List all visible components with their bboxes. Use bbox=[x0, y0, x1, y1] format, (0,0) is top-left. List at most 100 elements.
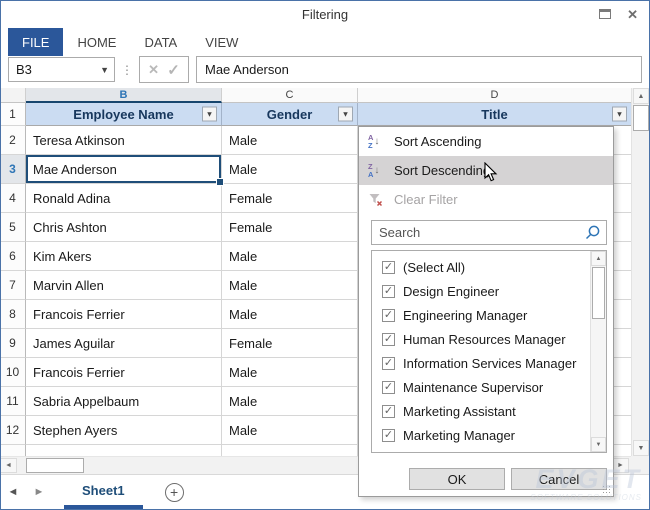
filter-option-label: Human Resources Manager bbox=[403, 332, 566, 347]
filter-option[interactable]: Marketing Manager bbox=[372, 423, 590, 447]
search-icon[interactable] bbox=[585, 225, 600, 240]
menu-item-sort-descending[interactable]: ZA↓ Sort Descending bbox=[359, 156, 613, 185]
add-sheet-button[interactable]: + bbox=[165, 483, 184, 502]
scroll-left-icon[interactable]: ◄ bbox=[0, 458, 17, 473]
cell-gender[interactable]: Male bbox=[222, 416, 358, 445]
list-scroll-up-icon[interactable]: ▲ bbox=[591, 251, 606, 266]
filter-option[interactable]: Marketing Assistant bbox=[372, 399, 590, 423]
sheet-nav-prev-icon[interactable]: ◄ bbox=[0, 475, 26, 509]
cell-gender[interactable]: Male bbox=[222, 271, 358, 300]
scroll-up-icon[interactable]: ▲ bbox=[633, 88, 649, 104]
cell-employee-name[interactable]: James Aguilar bbox=[26, 329, 222, 358]
row-header-1[interactable]: 1 bbox=[0, 103, 26, 126]
tab-data[interactable]: DATA bbox=[130, 28, 191, 56]
header-label: Title bbox=[481, 107, 508, 122]
checkbox-icon[interactable] bbox=[382, 285, 395, 298]
row-header[interactable]: 4 bbox=[0, 184, 26, 213]
ok-button[interactable]: OK bbox=[409, 468, 505, 490]
row-header[interactable]: 12 bbox=[0, 416, 26, 445]
header-label: Employee Name bbox=[73, 107, 173, 122]
scroll-down-icon[interactable]: ▼ bbox=[633, 440, 649, 456]
cell-gender[interactable]: Male bbox=[222, 358, 358, 387]
cell-employee-name[interactable]: Sabria Appelbaum bbox=[26, 387, 222, 416]
select-all-corner[interactable] bbox=[0, 88, 26, 103]
filter-option[interactable]: Maintenance Supervisor bbox=[372, 375, 590, 399]
cell-gender[interactable]: Female bbox=[222, 329, 358, 358]
column-header-d[interactable]: D bbox=[358, 88, 631, 103]
tab-file[interactable]: FILE bbox=[8, 28, 63, 56]
checkbox-icon[interactable] bbox=[382, 405, 395, 418]
cell-gender[interactable]: Male bbox=[222, 300, 358, 329]
name-box-dropdown-icon[interactable]: ▼ bbox=[100, 65, 109, 75]
scroll-right-icon[interactable]: ► bbox=[612, 458, 629, 473]
vertical-scrollbar[interactable]: ▲ ▼ bbox=[631, 88, 650, 456]
cell-gender[interactable]: Male bbox=[222, 242, 358, 271]
cell-employee-name[interactable]: Kim Akers bbox=[26, 242, 222, 271]
cancel-button[interactable]: Cancel bbox=[511, 468, 607, 490]
row-header[interactable]: 3 bbox=[0, 155, 26, 184]
cell-gender[interactable]: Male bbox=[222, 155, 358, 184]
cell-gender[interactable]: Female bbox=[222, 213, 358, 242]
filter-option[interactable]: (Select All) bbox=[372, 255, 590, 279]
column-header-b[interactable]: B bbox=[26, 88, 222, 103]
row-header[interactable]: 11 bbox=[0, 387, 26, 416]
list-scrollbar-thumb[interactable] bbox=[592, 267, 605, 319]
row-header[interactable]: 7 bbox=[0, 271, 26, 300]
sheet-tab-sheet1[interactable]: Sheet1 bbox=[64, 475, 143, 509]
checkbox-icon[interactable] bbox=[382, 357, 395, 370]
row-header[interactable]: 5 bbox=[0, 213, 26, 242]
cell-gender[interactable]: Female bbox=[222, 184, 358, 213]
checkbox-icon[interactable] bbox=[382, 381, 395, 394]
cell-employee-name[interactable]: Francois Ferrier bbox=[26, 300, 222, 329]
name-box[interactable]: B3 ▼ bbox=[8, 57, 115, 82]
close-button[interactable]: ✕ bbox=[627, 8, 638, 21]
sheet-nav-next-icon[interactable]: ► bbox=[26, 475, 52, 509]
filter-option[interactable]: Human Resources Manager bbox=[372, 327, 590, 351]
menu-item-clear-filter[interactable]: Clear Filter bbox=[359, 185, 613, 214]
checkbox-icon[interactable] bbox=[382, 333, 395, 346]
filter-option[interactable]: Design Engineer bbox=[372, 279, 590, 303]
menu-item-sort-ascending[interactable]: AZ↓ Sort Ascending bbox=[359, 127, 613, 156]
filter-dropdown-button-employee-name[interactable]: ▾ bbox=[202, 107, 217, 122]
cell-employee-name[interactable]: Francois Ferrier bbox=[26, 358, 222, 387]
filter-dropdown-button-gender[interactable]: ▾ bbox=[338, 107, 353, 122]
row-header[interactable]: 10 bbox=[0, 358, 26, 387]
menu-item-label: Sort Descending bbox=[394, 163, 490, 178]
row-header[interactable]: 2 bbox=[0, 126, 26, 155]
cell-employee-name[interactable]: Ronald Adina bbox=[26, 184, 222, 213]
filter-option[interactable]: Engineering Manager bbox=[372, 303, 590, 327]
resize-grip[interactable] bbox=[602, 485, 611, 494]
checkbox-icon[interactable] bbox=[382, 429, 395, 442]
cell-employee-name[interactable]: Marvin Allen bbox=[26, 271, 222, 300]
filter-option[interactable]: Information Services Manager bbox=[372, 351, 590, 375]
column-header-c[interactable]: C bbox=[222, 88, 358, 103]
checkbox-icon[interactable] bbox=[382, 261, 395, 274]
header-cell-gender[interactable]: Gender ▾ bbox=[222, 103, 358, 126]
row-header[interactable]: 9 bbox=[0, 329, 26, 358]
panel-buttons: OK Cancel bbox=[409, 468, 607, 490]
header-cell-title[interactable]: Title ▾ bbox=[358, 103, 631, 126]
row-header[interactable]: 6 bbox=[0, 242, 26, 271]
search-box bbox=[371, 220, 607, 245]
header-cell-employee-name[interactable]: Employee Name ▾ bbox=[26, 103, 222, 126]
tab-view[interactable]: VIEW bbox=[191, 28, 252, 56]
cell-gender[interactable]: Male bbox=[222, 126, 358, 155]
filter-dropdown-button-title[interactable]: ▾ bbox=[612, 107, 627, 122]
horizontal-scrollbar-thumb[interactable] bbox=[26, 458, 84, 473]
checkbox-icon[interactable] bbox=[382, 309, 395, 322]
tab-home[interactable]: HOME bbox=[63, 28, 130, 56]
confirm-entry-icon[interactable]: ✓ bbox=[167, 61, 180, 79]
list-scrollbar[interactable]: ▲ ▼ bbox=[590, 251, 606, 452]
cell-employee-name[interactable]: Stephen Ayers bbox=[26, 416, 222, 445]
cell-employee-name[interactable]: Chris Ashton bbox=[26, 213, 222, 242]
search-input[interactable] bbox=[372, 225, 585, 240]
vertical-scrollbar-thumb[interactable] bbox=[633, 105, 649, 131]
cell-gender[interactable]: Male bbox=[222, 387, 358, 416]
row-header[interactable]: 8 bbox=[0, 300, 26, 329]
formula-input[interactable]: Mae Anderson bbox=[196, 56, 642, 83]
maximize-button[interactable] bbox=[599, 9, 611, 19]
cancel-entry-icon[interactable]: ✕ bbox=[148, 62, 159, 78]
cell-employee-name[interactable]: Teresa Atkinson bbox=[26, 126, 222, 155]
cell-employee-name[interactable]: Mae Anderson bbox=[26, 155, 222, 184]
list-scroll-down-icon[interactable]: ▼ bbox=[591, 437, 606, 452]
